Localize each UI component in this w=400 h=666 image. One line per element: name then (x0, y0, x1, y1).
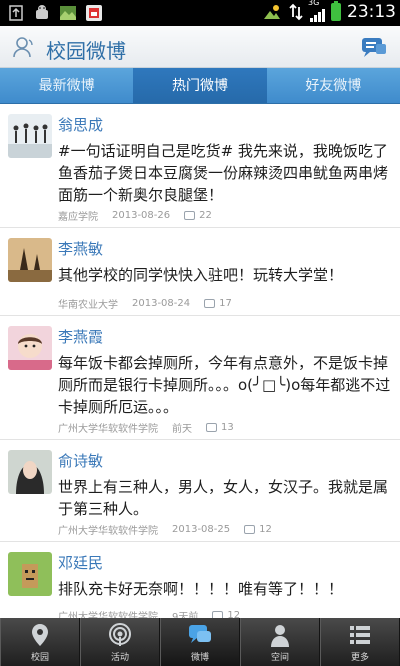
post-meta: 嘉应学院 2013-08-26 22 (58, 208, 212, 223)
nav-weibo[interactable]: 微博 (160, 618, 240, 666)
android-debug-icon (36, 5, 48, 19)
post-school: 广州大学华软软件学院 (58, 612, 158, 618)
post-meta: 广州大学华软软件学院 前天 13 (58, 420, 234, 435)
sync-icon (289, 3, 303, 21)
avatar[interactable] (8, 326, 52, 370)
signal-icon: 3G (308, 0, 325, 22)
post-text: 每年饭卡都会掉厕所，今年有点意外，不是饭卡掉厕所而是银行卡掉厕所。。。o(╯□╰… (58, 354, 391, 416)
avatar[interactable] (8, 552, 52, 596)
battery-icon (331, 1, 341, 21)
nav-label: 微博 (190, 653, 209, 663)
post-item[interactable]: 李燕霞 每年饭卡都会掉厕所，今年有点意外，不是饭卡掉厕所而是银行卡掉厕所。。。o… (0, 316, 400, 440)
nav-label: 校园 (30, 653, 49, 663)
nav-more[interactable]: 更多 (320, 618, 400, 666)
post-item[interactable]: 邓廷民 排队充卡好无奈啊！！！！唯有等了！！！ 广州大学华软软件学院 9天前 1… (0, 542, 400, 618)
network-type: 3G (308, 0, 320, 7)
comment-count[interactable]: 17 (219, 298, 232, 309)
weather-icon (264, 5, 280, 19)
post-school: 广州大学华软软件学院 (58, 526, 158, 537)
comment-icon (244, 525, 256, 534)
broadcast-icon (109, 623, 131, 646)
post-author[interactable]: 李燕霞 (58, 326, 103, 347)
bottom-nav: 校园 活动 微博 空间 更多 (0, 618, 400, 666)
avatar[interactable] (8, 114, 52, 158)
post-school: 广州大学华软软件学院 (58, 424, 158, 435)
post-date: 2013-08-25 (172, 524, 231, 535)
post-text: 其他学校的同学快快入驻吧！玩转大学堂！ (58, 266, 344, 284)
post-meta: 广州大学华软软件学院 9天前 12 (58, 608, 240, 618)
comment-count[interactable]: 22 (199, 210, 212, 221)
chat-bubble-icon (189, 625, 211, 643)
avatar[interactable] (8, 450, 52, 494)
comment-icon (184, 211, 196, 220)
comment-count[interactable]: 12 (227, 610, 240, 618)
post-school: 华南农业大学 (58, 300, 118, 311)
comment-count[interactable]: 13 (221, 422, 234, 433)
comment-count[interactable]: 12 (259, 524, 272, 535)
post-author[interactable]: 邓廷民 (58, 552, 103, 573)
post-meta: 华南农业大学 2013-08-24 17 (58, 296, 232, 311)
post-item[interactable]: 翁思成 #一句话证明自己是吃货# 我先来说，我晚饭吃了鱼香茄子煲日本豆腐煲一份麻… (0, 104, 400, 228)
nav-label: 更多 (350, 653, 369, 663)
post-date: 前天 (172, 424, 192, 435)
post-school: 嘉应学院 (58, 212, 98, 223)
post-item[interactable]: 俞诗敏 世界上有三种人，男人，女人，女汉子。我就是属于第三种人。 广州大学华软软… (0, 440, 400, 542)
nav-label: 空间 (270, 653, 289, 663)
post-feed[interactable]: 翁思成 #一句话证明自己是吃货# 我先来说，我晚饭吃了鱼香茄子煲日本豆腐煲一份麻… (0, 104, 400, 618)
feed-tabs: 最新微博 热门微博 好友微博 (0, 68, 400, 104)
page-title: 校园微博 (46, 39, 126, 63)
post-meta: 广州大学华软软件学院 2013-08-25 12 (58, 522, 272, 537)
tab-latest[interactable]: 最新微博 (0, 68, 133, 103)
post-text: 世界上有三种人，男人，女人，女汉子。我就是属于第三种人。 (58, 478, 389, 518)
tab-friends[interactable]: 好友微博 (267, 68, 400, 103)
more-list-icon (350, 626, 370, 644)
store-notification-icon (86, 5, 102, 21)
comment-icon (212, 611, 224, 618)
nav-activity[interactable]: 活动 (80, 618, 160, 666)
post-author[interactable]: 李燕敏 (58, 238, 103, 259)
post-item[interactable]: 李燕敏 其他学校的同学快快入驻吧！玩转大学堂！ 华南农业大学 2013-08-2… (0, 228, 400, 316)
post-author[interactable]: 俞诗敏 (58, 450, 103, 471)
title-bar: 校园微博 (0, 26, 400, 68)
status-bar: 3G 23:13 (0, 0, 400, 26)
nav-space[interactable]: 空间 (240, 618, 320, 666)
nav-label: 活动 (110, 653, 129, 663)
tab-hot[interactable]: 热门微博 (133, 68, 267, 103)
post-text: #一句话证明自己是吃货# 我先来说，我晚饭吃了鱼香茄子煲日本豆腐煲一份麻辣烫四串… (58, 142, 389, 204)
post-date: 2013-08-24 (132, 298, 191, 309)
post-text: 排队充卡好无奈啊！！！！唯有等了！！！ (58, 580, 344, 598)
comment-icon (204, 299, 216, 308)
location-pin-icon (32, 624, 48, 646)
image-notification-icon (60, 6, 76, 20)
comment-icon (206, 423, 217, 432)
user-icon[interactable] (12, 36, 36, 58)
nav-campus[interactable]: 校园 (0, 618, 80, 666)
person-icon (271, 625, 289, 647)
usb-icon (9, 5, 23, 21)
clock: 23:13 (347, 2, 396, 22)
post-date: 9天前 (172, 612, 199, 618)
post-date: 2013-08-26 (112, 210, 171, 221)
compose-message-icon[interactable] (360, 36, 388, 58)
avatar[interactable] (8, 238, 52, 282)
post-author[interactable]: 翁思成 (58, 114, 103, 135)
